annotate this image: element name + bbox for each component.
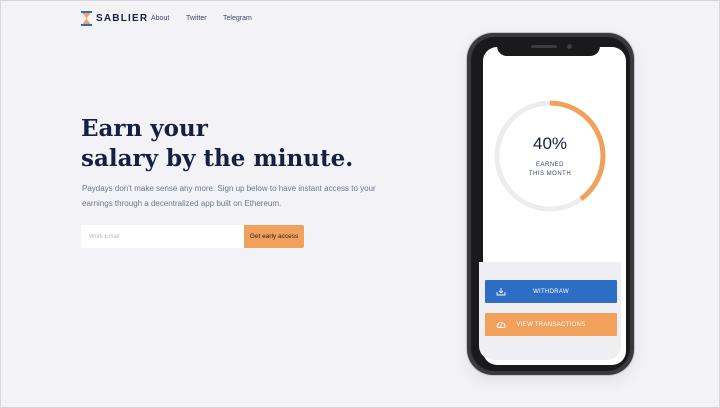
logo[interactable]: SABLIER — [81, 11, 148, 26]
hourglass-icon — [81, 11, 92, 26]
withdraw-button[interactable]: WITHDRAW — [485, 280, 617, 303]
progress-percent: 40% — [532, 134, 568, 153]
signup-form: Get early access — [81, 225, 304, 248]
nav-twitter-link[interactable]: Twitter — [186, 15, 207, 22]
nav-about-link[interactable]: About — [151, 15, 169, 22]
earned-label: EARNED THIS MONTH — [510, 161, 590, 179]
hero-title-line-1: Earn your — [81, 115, 208, 142]
action-tray — [479, 262, 621, 360]
view-transactions-button[interactable]: VIEW TRANSACTIONS — [485, 313, 617, 336]
hero-title-line-2: salary by the minute. — [81, 145, 354, 172]
hero-title: Earn your salary by the minute. — [81, 114, 401, 174]
progress-ring — [494, 100, 606, 212]
withdraw-icon — [496, 288, 506, 296]
earned-label-line-1: EARNED — [535, 162, 564, 168]
phone-speaker — [531, 45, 557, 48]
get-early-access-button[interactable]: Get early access — [244, 225, 304, 248]
cloud-icon — [496, 322, 506, 328]
phone-camera — [567, 44, 572, 49]
nav-telegram-link[interactable]: Telegram — [223, 15, 252, 22]
email-field[interactable] — [81, 225, 244, 248]
brand-name: SABLIER — [96, 13, 149, 24]
hero-subtitle: Paydays don't make sense any more. Sign … — [82, 184, 376, 208]
earned-label-line-2: THIS MONTH — [528, 171, 572, 177]
